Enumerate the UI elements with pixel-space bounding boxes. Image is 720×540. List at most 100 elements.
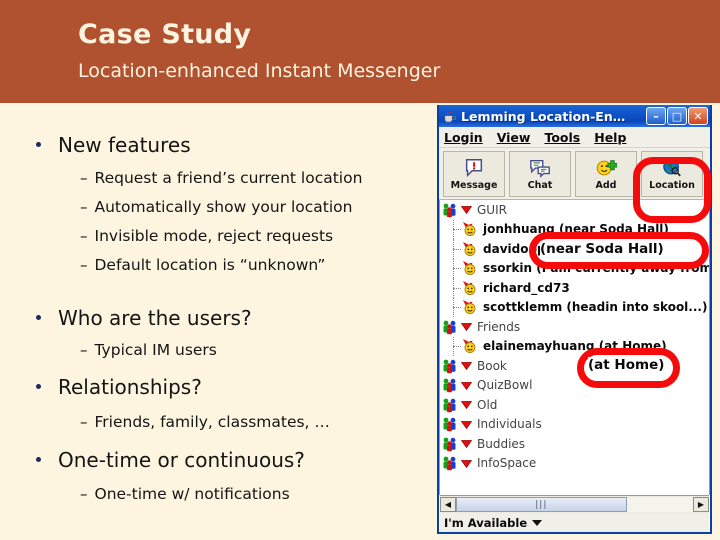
menu-item-login-label: Login <box>444 129 483 145</box>
menu-item-login[interactable]: Login <box>444 130 483 145</box>
sub-bullet-label: Invisible mode, reject requests <box>94 227 334 245</box>
horizontal-scrollbar[interactable]: ◀ ||| ▶ <box>440 495 709 513</box>
slide-body: New features – Request a friend’s curren… <box>0 103 440 540</box>
im-window-title: Lemming Location-En… <box>461 108 626 124</box>
bullet-dot-icon <box>36 457 41 462</box>
dash-icon: – <box>80 485 88 503</box>
status-label: I'm Available <box>444 515 528 530</box>
expand-triangle-icon[interactable] <box>460 359 473 372</box>
menu-item-help[interactable]: Help <box>594 130 626 145</box>
location-button-label: Location <box>649 179 695 191</box>
bullet-label: Who are the users? <box>58 306 252 330</box>
expand-triangle-icon[interactable] <box>460 437 473 450</box>
add-button-label: Add <box>595 179 617 191</box>
group-people-icon <box>443 417 456 432</box>
group-people-icon <box>443 398 456 413</box>
group-people-icon <box>443 359 456 374</box>
minimize-button[interactable]: – <box>646 107 666 125</box>
buddy-row[interactable]: jonhhuang (near Soda Hall) <box>440 219 709 240</box>
buddy-group-row[interactable]: GUIR <box>440 200 709 220</box>
sub-bullet-label: Default location is “unknown” <box>94 256 326 274</box>
expand-triangle-icon[interactable] <box>460 379 473 392</box>
page-subtitle: Location-enhanced Instant Messenger <box>78 60 441 82</box>
menu-item-tools[interactable]: Tools <box>544 130 580 145</box>
buddy-row[interactable]: ssorkin (I am currently away from th <box>440 258 709 279</box>
expand-triangle-icon[interactable] <box>460 418 473 431</box>
buddy-group-label: QuizBowl <box>477 378 533 393</box>
buddy-group-label: Old <box>477 397 498 412</box>
buddy-group-row[interactable]: Old <box>440 395 709 415</box>
sub-bullet: – One-time w/ notifications <box>80 485 290 503</box>
buddy-group-row[interactable]: Individuals <box>440 415 709 435</box>
group-people-icon <box>443 320 456 335</box>
buddy-group-label: InfoSpace <box>477 456 537 471</box>
buddy-name-label: richard_cd73 <box>483 280 570 295</box>
buddy-row[interactable]: scottklemm (headin into skool...) <box>440 297 709 318</box>
buddy-group-row[interactable]: Friends <box>440 317 709 337</box>
chat-button-label: Chat <box>527 179 553 191</box>
bullet-dot-icon <box>36 384 41 389</box>
scroll-right-arrow-icon[interactable]: ▶ <box>693 497 709 512</box>
dash-icon: – <box>80 169 88 187</box>
sub-bullet: – Automatically show your location <box>80 198 352 216</box>
buddy-group-row[interactable]: Book <box>440 356 709 376</box>
sub-bullet-label: Request a friend’s current location <box>94 169 363 187</box>
scrollbar-grip-icon: ||| <box>535 499 548 510</box>
buddy-group-row[interactable]: Buddies <box>440 434 709 454</box>
near-soda-hall-label: (near Soda Hall) <box>540 241 664 257</box>
close-button[interactable]: ✕ <box>688 107 708 125</box>
menu-item-view-label: View <box>496 129 531 145</box>
add-button[interactable]: Add <box>575 150 637 197</box>
group-people-icon <box>443 378 456 393</box>
buddy-group-label: GUIR <box>477 202 507 217</box>
menu-item-view[interactable]: View <box>497 130 531 145</box>
status-dropdown[interactable]: I'm Available <box>440 513 709 532</box>
expand-triangle-icon[interactable] <box>460 457 473 470</box>
bullet-dot-icon <box>36 142 41 147</box>
sub-bullet-label: Friends, family, classmates, … <box>94 413 330 431</box>
buddy-smiley-icon <box>463 339 476 354</box>
bullet-label: New features <box>58 133 191 157</box>
buddy-name-label: scottklemm (headin into skool...) <box>483 300 708 315</box>
buddy-group-row[interactable]: QuizBowl <box>440 376 709 396</box>
buddy-row[interactable]: richard_cd73 <box>440 278 709 298</box>
bullet-new-features: New features <box>36 133 191 157</box>
buddy-smiley-icon <box>463 241 476 256</box>
bullet-dot-icon <box>36 315 41 320</box>
sub-bullet-label: Automatically show your location <box>94 198 353 216</box>
im-title-bar[interactable]: Lemming Location-En… – □ ✕ <box>439 105 710 127</box>
buddy-smiley-icon <box>463 222 476 237</box>
expand-triangle-icon[interactable] <box>460 398 473 411</box>
buddy-row[interactable]: elainemayhuang (at Home) <box>440 336 709 357</box>
dash-icon: – <box>80 341 88 359</box>
scrollbar-thumb[interactable]: ||| <box>456 497 627 512</box>
buddy-smiley-icon <box>463 280 476 295</box>
maximize-button[interactable]: □ <box>667 107 687 125</box>
scrollbar-track[interactable]: ||| <box>456 497 693 512</box>
message-button-label: Message <box>450 179 498 191</box>
buddy-group-row[interactable]: InfoSpace <box>440 454 709 474</box>
bullet-label: One-time or continuous? <box>58 448 305 472</box>
menu-item-tools-label: Tools <box>544 129 581 145</box>
sub-bullet: – Friends, family, classmates, … <box>80 413 330 431</box>
menu-item-help-label: Help <box>594 129 627 145</box>
location-button[interactable]: Location <box>641 150 703 197</box>
sub-bullet: – Request a friend’s current location <box>80 169 362 187</box>
message-button[interactable]: Message <box>443 150 505 197</box>
expand-triangle-icon[interactable] <box>460 320 473 333</box>
sub-bullet: – Default location is “unknown” <box>80 256 325 274</box>
bullet-who-are-the-users: Who are the users? <box>36 306 252 330</box>
chat-button[interactable]: Chat <box>509 150 571 197</box>
scroll-left-arrow-icon[interactable]: ◀ <box>440 497 456 512</box>
bullet-relationships: Relationships? <box>36 375 202 399</box>
dash-icon: – <box>80 256 88 274</box>
bullet-one-time-or-continuous: One-time or continuous? <box>36 448 305 472</box>
page-title: Case Study <box>78 19 252 50</box>
buddy-group-label: Individuals <box>477 417 542 432</box>
buddy-group-label: Book <box>477 358 507 373</box>
im-application-window: Lemming Location-En… – □ ✕ Login View To… <box>437 105 712 534</box>
caret-down-icon[interactable] <box>532 519 543 526</box>
buddy-name-label: jonhhuang (near Soda Hall) <box>483 222 669 237</box>
expand-triangle-icon[interactable] <box>460 203 473 216</box>
sub-bullet-label: Typical IM users <box>94 341 217 359</box>
